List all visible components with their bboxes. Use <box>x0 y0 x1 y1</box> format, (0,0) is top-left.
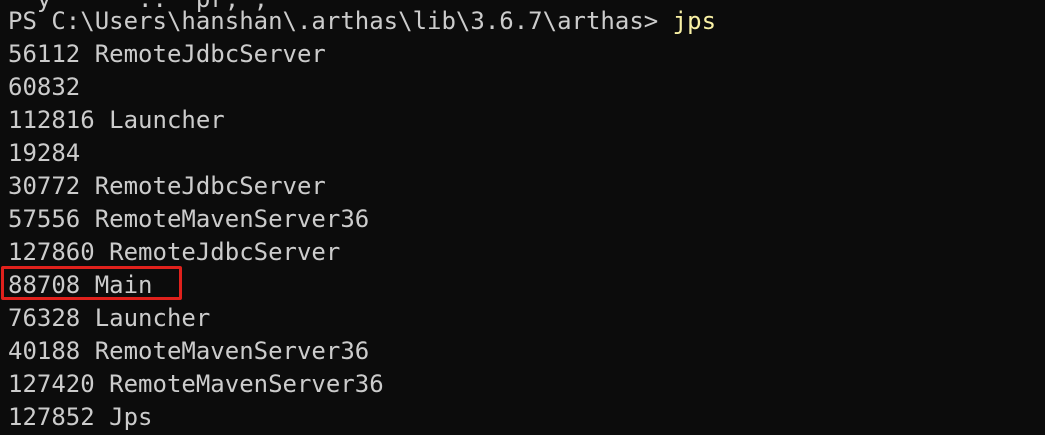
output-line: 112816 Launcher <box>8 106 225 134</box>
command-text: jps <box>672 7 717 35</box>
output-line: 76328 Launcher <box>8 304 211 332</box>
terminal-output: PS C:\Users\hanshan\.arthas\lib\3.6.7\ar… <box>8 5 716 434</box>
output-line: 127852 Jps <box>8 403 153 431</box>
prompt-text: PS C:\Users\hanshan\.arthas\lib\3.6.7\ar… <box>8 7 673 35</box>
terminal-window[interactable]: y .. pr, , PS C:\Users\hanshan\.arthas\l… <box>0 0 1045 435</box>
output-line: 30772 RemoteJdbcServer <box>8 172 326 200</box>
output-line: 127420 RemoteMavenServer36 <box>8 370 384 398</box>
highlight-annotation-box <box>1 266 182 300</box>
prompt-line: PS C:\Users\hanshan\.arthas\lib\3.6.7\ar… <box>8 5 716 38</box>
output-line: 56112 RemoteJdbcServer <box>8 40 326 68</box>
output-line: 60832 <box>8 73 81 101</box>
output-line: 127860 RemoteJdbcServer <box>8 238 341 266</box>
output-line: 19284 <box>8 139 81 167</box>
output-line: 40188 RemoteMavenServer36 <box>8 337 370 365</box>
output-line: 57556 RemoteMavenServer36 <box>8 205 370 233</box>
